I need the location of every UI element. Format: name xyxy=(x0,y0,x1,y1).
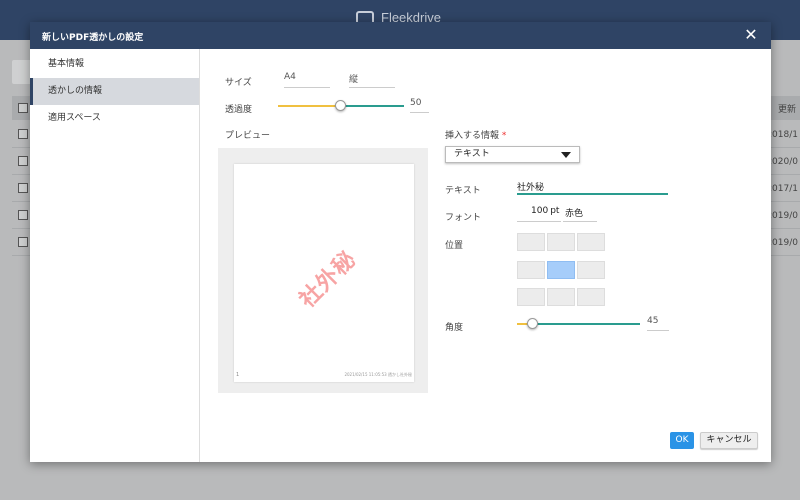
preview-page: 社外秘 1 2021/02/15 11:05:53 透かし社外秘 xyxy=(234,164,414,382)
opacity-slider-track[interactable] xyxy=(341,105,404,107)
row-checkbox xyxy=(18,129,28,139)
font-size-unit: pt xyxy=(550,206,560,216)
font-color-value: 赤色 xyxy=(565,209,584,219)
preview-label: プレビュー xyxy=(225,131,271,141)
position-bottom-right[interactable] xyxy=(577,288,605,306)
insert-info-label: 挿入する情報 * xyxy=(445,128,506,141)
position-bottom-center[interactable] xyxy=(547,288,575,306)
page-size-value: A4 xyxy=(284,72,296,82)
font-size-field[interactable]: 100 pt xyxy=(517,206,561,222)
opacity-value: 50 xyxy=(410,98,422,108)
row-date: 2017/1 xyxy=(766,184,798,194)
row-date: 2019/0 xyxy=(766,211,798,221)
column-header-updated: 更新 xyxy=(778,105,797,115)
row-checkbox xyxy=(18,210,28,220)
watermark-text-value: 社外秘 xyxy=(517,183,545,193)
sidebar-item-apply-spaces[interactable]: 適用スペース xyxy=(30,105,199,132)
insert-type-select[interactable]: テキスト xyxy=(445,146,580,163)
dialog-sidebar: 基本情報 透かしの情報 適用スペース xyxy=(30,49,200,462)
chevron-down-icon xyxy=(561,152,571,158)
preview-panel: 社外秘 1 2021/02/15 11:05:53 透かし社外秘 xyxy=(218,148,428,393)
opacity-slider-filled xyxy=(278,105,341,107)
position-bottom-left[interactable] xyxy=(517,288,545,306)
dialog-header: 新しいPDF透かしの設定 ✕ xyxy=(30,22,771,49)
dialog-title: 新しいPDF透かしの設定 xyxy=(42,33,144,43)
row-date: 2019/0 xyxy=(766,238,798,248)
orientation-value: 縦 xyxy=(349,75,359,85)
required-mark: * xyxy=(501,131,507,141)
angle-slider-handle[interactable] xyxy=(527,318,538,329)
watermark-preview-text: 社外秘 xyxy=(295,246,362,314)
close-icon[interactable]: ✕ xyxy=(743,27,759,43)
opacity-label: 透過度 xyxy=(225,105,253,115)
position-label: 位置 xyxy=(445,241,464,251)
position-middle-right[interactable] xyxy=(577,261,605,279)
font-color-field[interactable]: 赤色 xyxy=(563,206,597,222)
preview-page-number: 1 xyxy=(236,372,240,378)
watermark-text-input[interactable]: 社外秘 xyxy=(517,180,668,195)
angle-slider-track[interactable] xyxy=(532,323,640,325)
font-label: フォント xyxy=(445,213,482,223)
position-top-left[interactable] xyxy=(517,233,545,251)
row-checkbox xyxy=(18,156,28,166)
angle-label: 角度 xyxy=(445,323,464,333)
position-top-center[interactable] xyxy=(547,233,575,251)
row-checkbox xyxy=(18,237,28,247)
insert-type-selected: テキスト xyxy=(454,149,490,159)
watermark-settings-dialog: 新しいPDF透かしの設定 ✕ 基本情報 透かしの情報 適用スペース サイズ A4… xyxy=(30,22,771,462)
row-checkbox xyxy=(18,183,28,193)
row-date: 2018/1 xyxy=(766,130,798,140)
angle-value-field[interactable]: 45 xyxy=(647,316,669,331)
opacity-slider-handle[interactable] xyxy=(335,100,346,111)
orientation-field[interactable]: 縦 xyxy=(349,72,395,88)
ok-button[interactable]: OK xyxy=(670,432,694,449)
sidebar-item-basic-info[interactable]: 基本情報 xyxy=(30,51,199,78)
cancel-button[interactable]: キャンセル xyxy=(700,432,758,449)
font-size-value: 100 xyxy=(531,206,549,216)
page-size-field[interactable]: A4 xyxy=(284,72,330,88)
position-middle-center[interactable] xyxy=(547,261,575,279)
position-top-right[interactable] xyxy=(577,233,605,251)
angle-value: 45 xyxy=(647,316,659,326)
row-date: 2020/0 xyxy=(766,157,798,167)
select-all-checkbox xyxy=(18,103,28,113)
sidebar-item-watermark-info[interactable]: 透かしの情報 xyxy=(30,78,199,105)
position-middle-left[interactable] xyxy=(517,261,545,279)
text-label: テキスト xyxy=(445,186,481,196)
insert-info-label-text: 挿入する情報 xyxy=(445,131,500,141)
opacity-value-field[interactable]: 50 xyxy=(410,98,429,113)
preview-footer: 2021/02/15 11:05:53 透かし社外秘 xyxy=(344,372,412,377)
size-label: サイズ xyxy=(225,78,252,88)
